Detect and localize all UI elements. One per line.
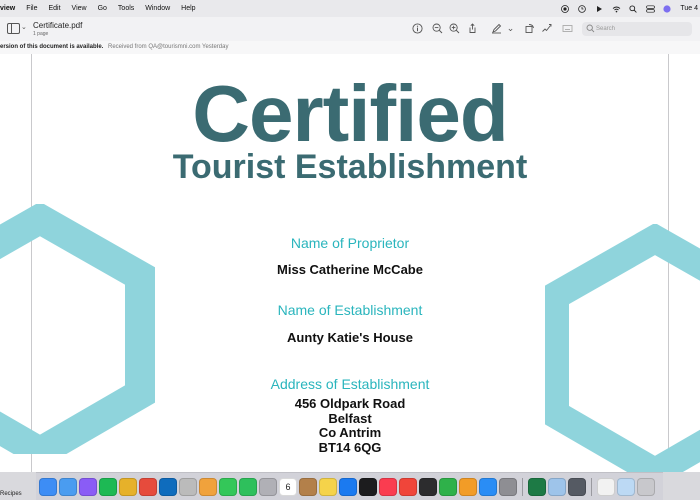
status-area: Tue 4 — [561, 0, 698, 17]
dock-spotify-icon[interactable] — [99, 477, 117, 496]
address-line-4: BT14 6QG — [318, 439, 382, 455]
document-view[interactable]: Certified Tourist Establishment Name of … — [0, 54, 700, 472]
menu-edit[interactable]: Edit — [48, 5, 60, 12]
address-line-2: Belfast — [328, 410, 372, 426]
menu-file[interactable]: File — [26, 5, 37, 12]
dock-chrome-beta-icon[interactable] — [119, 477, 137, 496]
proprietor-label: Name of Proprietor — [290, 235, 410, 251]
dock-notes-icon[interactable] — [319, 477, 337, 496]
dock-document-icon[interactable] — [597, 477, 615, 496]
form-icon[interactable] — [562, 23, 573, 34]
record-icon[interactable] — [561, 4, 570, 13]
menu-bar: view File Edit View Go Tools Window Help… — [0, 0, 700, 18]
dock-numbers-icon[interactable] — [439, 477, 457, 496]
dock-finder-icon[interactable] — [39, 477, 57, 496]
control-center-icon[interactable] — [646, 4, 656, 13]
dock-messages-icon[interactable] — [219, 477, 237, 496]
dock-tv-icon[interactable] — [359, 477, 377, 496]
dock-separator — [522, 477, 523, 496]
dock-app-blue-icon[interactable] — [339, 477, 357, 496]
dock-excel-icon[interactable] — [528, 477, 546, 496]
establishment-label: Name of Establishment — [277, 302, 423, 318]
preview-toolbar: ⌄ Certificate.pdf 1 page ⌄ Search — [0, 17, 700, 42]
sidebar-icon[interactable] — [7, 23, 20, 34]
dock-separator — [591, 477, 592, 496]
document-title: Certificate.pdf — [33, 21, 83, 30]
dock-app-store-safari-icon[interactable] — [179, 477, 197, 496]
dock-preview-icon[interactable] — [548, 477, 566, 496]
search-icon — [586, 24, 595, 33]
version-notice-text: ersion of this document is available. — [0, 44, 104, 50]
dock-facetime-icon[interactable] — [239, 477, 257, 496]
dock-messenger-icon[interactable] — [79, 477, 97, 496]
address-block: 456 Oldpark Road Belfast Co Antrim BT14 … — [0, 396, 700, 455]
search-menu-icon[interactable] — [629, 4, 638, 13]
dock-folder-icon[interactable] — [617, 477, 635, 496]
search-field[interactable]: Search — [582, 22, 692, 36]
dock-news-icon[interactable] — [399, 477, 417, 496]
search-placeholder: Search — [596, 26, 616, 32]
dock: 6 — [36, 472, 663, 500]
version-notice-bar: ersion of this document is available. Re… — [0, 41, 700, 55]
annotate-icon[interactable] — [541, 23, 552, 34]
share-icon[interactable] — [467, 23, 478, 34]
menu-go[interactable]: Go — [98, 5, 107, 12]
dock-trash-icon[interactable] — [637, 477, 655, 496]
address-line-1: 456 Oldpark Road — [294, 396, 406, 411]
menu-list: view File Edit View Go Tools Window Help — [0, 5, 196, 12]
dock-music-icon[interactable] — [379, 477, 397, 496]
dock-app-gray-icon[interactable] — [259, 477, 277, 496]
markup-pen-icon[interactable] — [491, 23, 502, 34]
menu-clock[interactable]: Tue 4 — [680, 5, 698, 12]
timer-icon[interactable] — [578, 4, 587, 13]
dock-mail-icon[interactable] — [59, 477, 77, 496]
dock-outlook-icon[interactable] — [159, 477, 177, 496]
page-count: 1 page — [33, 31, 49, 37]
proprietor-value: Miss Catherine McCabe — [277, 262, 423, 277]
rotate-icon[interactable] — [524, 23, 535, 34]
desktop-recipes-label[interactable]: Recipes — [0, 491, 22, 497]
menu-tools[interactable]: Tools — [118, 5, 134, 12]
dock-system-settings-icon[interactable] — [499, 477, 517, 496]
dock-app-dark-icon[interactable] — [419, 477, 437, 496]
address-line-3: Co Antrim — [318, 425, 382, 440]
siri-icon[interactable] — [663, 4, 671, 13]
menu-help[interactable]: Help — [181, 5, 195, 12]
establishment-value: Aunty Katie's House — [287, 330, 413, 345]
address-label: Address of Establishment — [270, 376, 430, 392]
dock-chrome-icon[interactable] — [139, 477, 157, 496]
dock-calendar-icon[interactable]: 6 — [279, 477, 297, 496]
play-icon[interactable] — [595, 5, 603, 13]
dock-photos-icon[interactable] — [199, 477, 217, 496]
certificate-subtitle: Tourist Establishment — [172, 148, 528, 186]
dock-pages-icon[interactable] — [459, 477, 477, 496]
chevron-down-icon[interactable]: ⌄ — [505, 23, 516, 34]
info-icon[interactable] — [412, 23, 423, 34]
chevron-down-icon[interactable]: ⌄ — [21, 23, 27, 31]
wifi-icon[interactable] — [612, 5, 621, 13]
received-from-text: Received from QA@tourismni.com Yesterday — [108, 44, 229, 50]
zoom-in-icon[interactable] — [449, 23, 460, 34]
dock-app-store-icon[interactable] — [479, 477, 497, 496]
dock-app-brown-icon[interactable] — [299, 477, 317, 496]
menu-view[interactable]: View — [72, 5, 87, 12]
dock-app-monitor-icon[interactable] — [568, 477, 586, 496]
menu-app-name[interactable]: view — [0, 5, 15, 12]
menu-window[interactable]: Window — [145, 5, 170, 12]
certificate-title: Certified — [192, 69, 509, 158]
zoom-out-icon[interactable] — [432, 23, 443, 34]
